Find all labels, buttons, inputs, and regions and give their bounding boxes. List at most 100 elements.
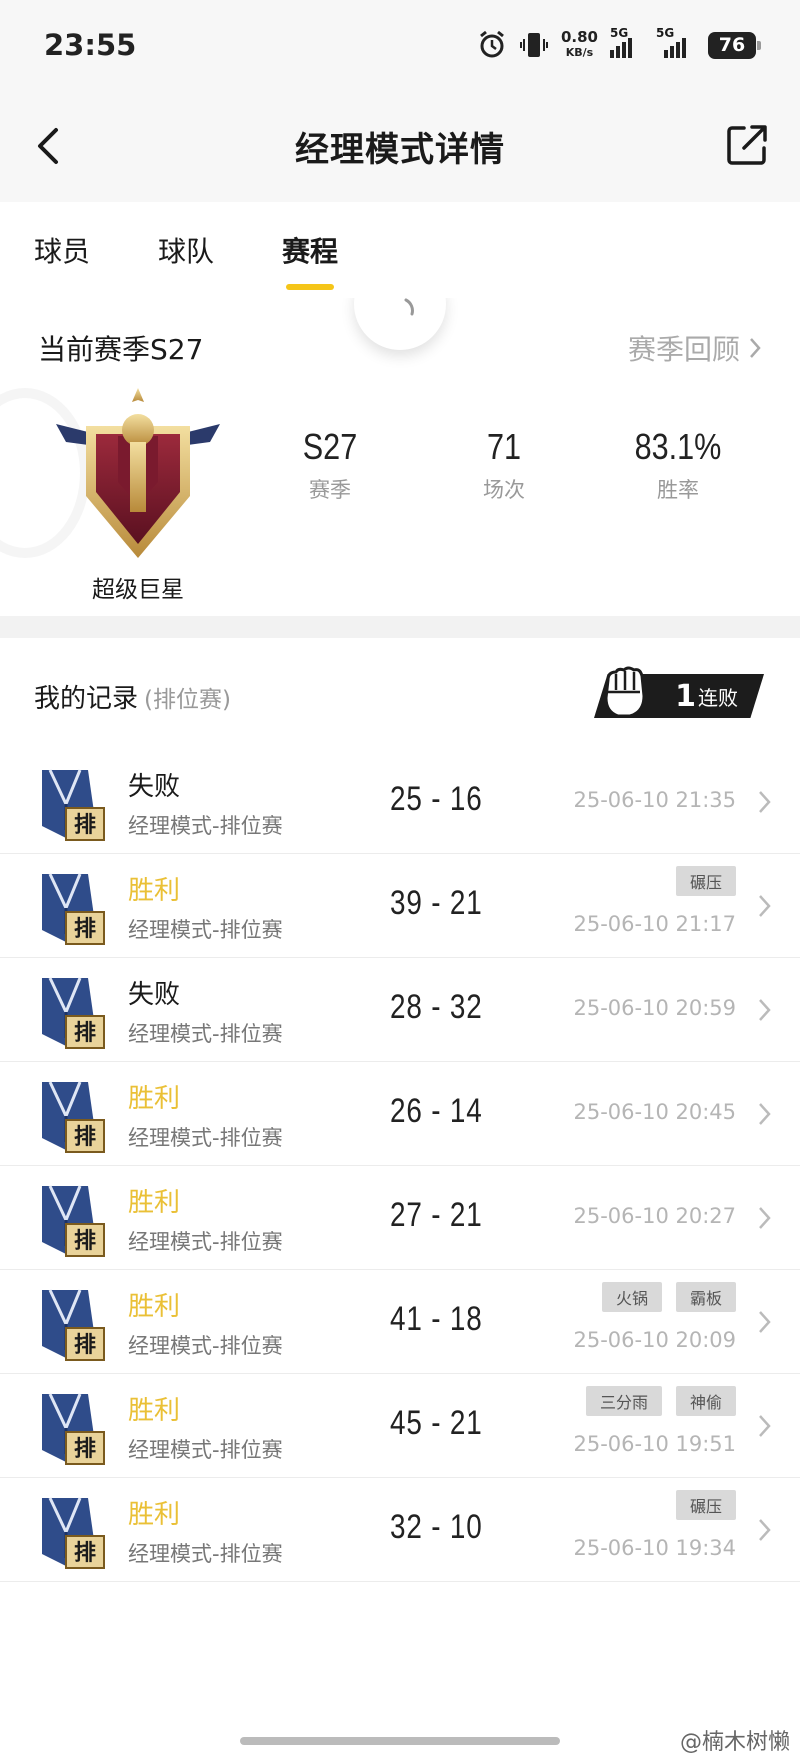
watermark-credit: @楠木树懒 xyxy=(679,1730,790,1755)
chevron-right-icon xyxy=(759,1207,771,1229)
svg-text:排: 排 xyxy=(74,813,96,838)
match-result: 胜利 xyxy=(128,1084,181,1114)
chevron-right-icon xyxy=(750,338,761,358)
stat-games: 71 场次 xyxy=(483,426,525,502)
fist-icon xyxy=(604,666,646,718)
match-mode: 经理模式-排位赛 xyxy=(128,1438,283,1462)
top-area: 23:55 0.80 KB/s 5G 5G 76 经理模式详情 xyxy=(0,0,800,202)
battery-icon: 76 xyxy=(708,31,761,59)
match-tag: 三分雨 xyxy=(585,1386,662,1416)
match-score: 27 - 21 xyxy=(390,1196,483,1234)
records-header: 我的记录 (排位赛) 1 连败 xyxy=(0,638,800,750)
match-date: 25-06-10 20:59 xyxy=(573,996,736,1020)
record-row[interactable]: 排 失败 经理模式-排位赛 28 - 32 25-06-10 20:59 xyxy=(0,958,800,1062)
match-mode: 经理模式-排位赛 xyxy=(128,1022,283,1046)
svg-text:排: 排 xyxy=(74,917,96,942)
match-tag: 碾压 xyxy=(675,866,736,896)
ranked-mode-icon: 排 xyxy=(36,1388,108,1468)
match-mode: 经理模式-排位赛 xyxy=(128,1334,283,1358)
ranked-mode-icon: 排 xyxy=(36,868,108,948)
ranked-mode-icon: 排 xyxy=(36,1180,108,1260)
record-row[interactable]: 排 胜利 经理模式-排位赛 26 - 14 25-06-10 20:45 xyxy=(0,1062,800,1166)
signal-icon-2: 5G xyxy=(656,26,696,58)
svg-text:排: 排 xyxy=(74,1541,96,1566)
record-row[interactable]: 排 胜利 经理模式-排位赛 41 - 18 火锅 霸板 25-06-10 20:0… xyxy=(0,1270,800,1374)
season-section: 当前赛季S27 赛季回顾 超级巨星 S27 赛季 71 场次 83.1% 胜率 xyxy=(0,298,800,616)
match-mode: 经理模式-排位赛 xyxy=(128,1542,283,1566)
match-score: 28 - 32 xyxy=(390,988,483,1026)
season-review-link[interactable]: 赛季回顾 xyxy=(628,328,762,368)
match-result: 胜利 xyxy=(128,1292,181,1322)
record-row[interactable]: 排 胜利 经理模式-排位赛 45 - 21 三分雨 神偷 25-06-10 19:… xyxy=(0,1374,800,1478)
svg-text:排: 排 xyxy=(74,1021,96,1046)
record-row[interactable]: 排 胜利 经理模式-排位赛 27 - 21 25-06-10 20:27 xyxy=(0,1166,800,1270)
match-mode: 经理模式-排位赛 xyxy=(128,814,283,838)
alarm-icon xyxy=(480,30,504,58)
match-mode: 经理模式-排位赛 xyxy=(128,918,283,942)
match-result: 胜利 xyxy=(128,1396,181,1426)
match-mode: 经理模式-排位赛 xyxy=(128,1230,283,1254)
match-score: 39 - 21 xyxy=(390,884,483,922)
match-tag: 碾压 xyxy=(675,1490,736,1520)
match-result: 失败 xyxy=(128,980,181,1010)
badge-label: 超级巨星 xyxy=(92,577,184,603)
record-row[interactable]: 排 失败 经理模式-排位赛 25 - 16 25-06-10 21:35 xyxy=(0,750,800,854)
match-date: 25-06-10 20:45 xyxy=(573,1100,736,1124)
records-title: 我的记录 (排位赛) xyxy=(34,684,231,714)
match-score: 41 - 18 xyxy=(390,1300,483,1338)
stat-season: S27 赛季 xyxy=(302,426,358,502)
home-indicator[interactable] xyxy=(240,1737,560,1745)
match-date: 25-06-10 21:35 xyxy=(573,788,736,812)
match-tag: 霸板 xyxy=(675,1282,736,1312)
tab-bar: 球员 球队 赛程 xyxy=(0,202,800,298)
match-tag: 火锅 xyxy=(601,1282,662,1312)
tab-schedule[interactable]: 赛程 xyxy=(282,230,338,290)
svg-text:排: 排 xyxy=(74,1333,96,1358)
svg-text:排: 排 xyxy=(74,1229,96,1254)
ranked-mode-icon: 排 xyxy=(36,972,108,1052)
match-date: 25-06-10 19:51 xyxy=(573,1432,736,1456)
status-time: 23:55 xyxy=(44,28,137,62)
match-date: 25-06-10 20:27 xyxy=(573,1204,736,1228)
match-date: 25-06-10 20:09 xyxy=(573,1328,736,1352)
chevron-right-icon xyxy=(759,1519,771,1541)
record-row[interactable]: 排 胜利 经理模式-排位赛 39 - 21 碾压 25-06-10 21:17 xyxy=(0,854,800,958)
svg-text:排: 排 xyxy=(74,1437,96,1462)
page-title: 经理模式详情 xyxy=(295,129,505,170)
match-result: 失败 xyxy=(128,772,181,802)
chevron-right-icon xyxy=(759,791,771,813)
header: 经理模式详情 xyxy=(0,90,800,202)
status-icons: 0.80 KB/s 5G 5G 76 xyxy=(477,26,761,60)
chevron-right-icon xyxy=(759,1311,771,1333)
chevron-right-icon xyxy=(759,1415,771,1437)
net-speed: 0.80 KB/s xyxy=(560,28,598,60)
tab-players[interactable]: 球员 xyxy=(34,230,90,270)
records-list: 排 失败 经理模式-排位赛 25 - 16 25-06-10 21:35 排 胜… xyxy=(0,750,800,1582)
tag-group: 火锅 霸板 xyxy=(601,1282,736,1312)
chevron-right-icon xyxy=(759,999,771,1021)
chevron-right-icon xyxy=(759,895,771,917)
ranked-mode-icon: 排 xyxy=(36,1076,108,1156)
match-result: 胜利 xyxy=(128,1188,181,1218)
back-arrow-icon[interactable] xyxy=(30,126,70,166)
tag-group: 三分雨 神偷 xyxy=(585,1386,736,1416)
match-mode: 经理模式-排位赛 xyxy=(128,1126,283,1150)
stat-winrate: 83.1% 胜率 xyxy=(634,426,722,502)
record-row[interactable]: 排 胜利 经理模式-排位赛 32 - 10 碾压 25-06-10 19:34 xyxy=(0,1478,800,1582)
match-score: 45 - 21 xyxy=(390,1404,483,1442)
ranked-mode-icon: 排 xyxy=(36,1284,108,1364)
superstar-badge-icon xyxy=(56,388,220,558)
share-icon[interactable] xyxy=(724,122,770,168)
match-score: 32 - 10 xyxy=(390,1508,483,1546)
match-score: 26 - 14 xyxy=(390,1092,483,1130)
match-score: 25 - 16 xyxy=(390,780,483,818)
season-title: 当前赛季S27 xyxy=(38,333,204,366)
signal-icon: 5G xyxy=(610,26,644,58)
svg-text:排: 排 xyxy=(74,1125,96,1150)
tab-team[interactable]: 球队 xyxy=(158,230,214,270)
tag-group: 碾压 xyxy=(675,1490,736,1520)
match-tag: 神偷 xyxy=(675,1386,736,1416)
loading-spinner xyxy=(354,298,446,350)
tag-group: 碾压 xyxy=(675,866,736,896)
ranked-mode-icon: 排 xyxy=(36,764,108,844)
